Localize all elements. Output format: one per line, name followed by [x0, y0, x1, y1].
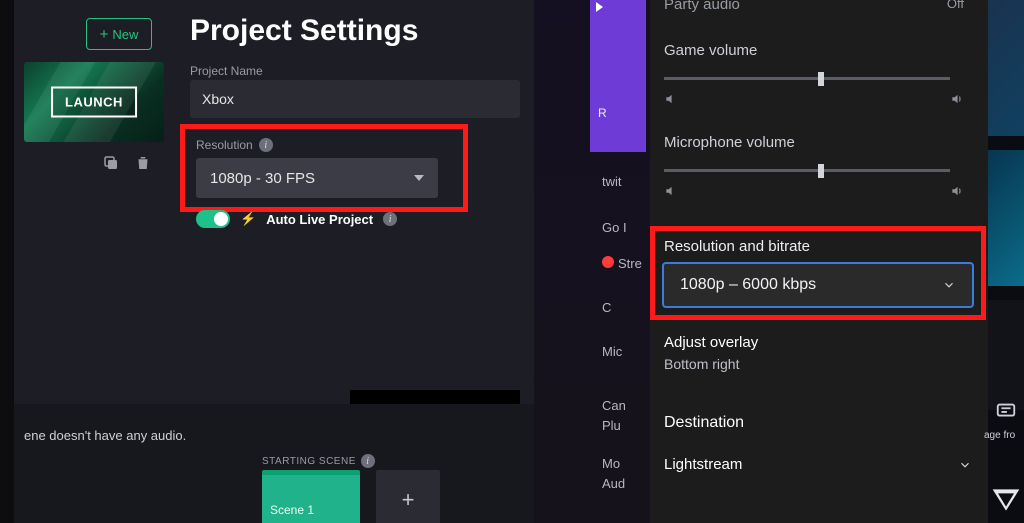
res-bitrate-label: Resolution and bitrate [664, 238, 810, 255]
center-item: Go I [602, 220, 627, 235]
new-project-button[interactable]: + New [86, 18, 152, 50]
lightstream-label: Lightstream [664, 456, 742, 473]
game-volume-slider[interactable] [664, 77, 950, 80]
center-cropped-panel: twit Go I Stre C Mic Can Plu Mo Aud [534, 0, 650, 523]
adjust-overlay-label[interactable]: Adjust overlay [664, 334, 758, 351]
mic-volume-label: Microphone volume [664, 134, 964, 151]
mic-volume-slider[interactable] [664, 169, 950, 172]
chevron-down-icon [942, 278, 956, 292]
party-audio-label: Party audio [664, 0, 740, 13]
game-tile[interactable] [988, 150, 1024, 286]
center-item: Mic [602, 344, 622, 359]
center-item: C [602, 300, 611, 315]
cropped-text: age fro [984, 430, 1015, 441]
auto-live-label: Auto Live Project [266, 212, 373, 227]
resolution-select[interactable]: 1080p - 30 FPS [196, 158, 438, 198]
center-item: Aud [602, 476, 625, 491]
volume-low-icon [664, 92, 678, 111]
mic-volume-block: Microphone volume [664, 134, 964, 203]
broadcast-settings-panel: Party audio Off Game volume Microphone v… [650, 0, 988, 523]
right-edge-strip: age fro [988, 0, 1024, 523]
resolution-label-text: Resolution [196, 138, 253, 152]
center-item: Stre [618, 256, 642, 271]
info-icon[interactable]: i [361, 454, 375, 468]
live-dot-icon [602, 256, 614, 268]
chat-icon[interactable] [992, 400, 1020, 422]
plus-icon: + [100, 27, 109, 42]
destination-label[interactable]: Destination [664, 414, 744, 432]
volume-high-icon [950, 92, 964, 111]
res-bitrate-value: 1080p – 6000 kbps [680, 276, 816, 294]
slider-thumb[interactable] [818, 72, 824, 86]
info-icon[interactable]: i [383, 212, 397, 226]
purple-sidebar [590, 0, 646, 152]
auto-live-toggle[interactable] [196, 210, 230, 228]
project-settings-panel: + New LAUNCH Project Settings Project Na… [14, 0, 534, 523]
add-scene-button[interactable]: + [376, 470, 440, 523]
launch-button[interactable]: LAUNCH [51, 87, 137, 118]
game-tile[interactable] [988, 0, 1024, 136]
volume-low-icon [664, 184, 678, 203]
info-icon[interactable]: i [259, 138, 273, 152]
scene-card[interactable]: Scene 1 [262, 470, 360, 523]
center-item: Mo [602, 456, 620, 471]
project-name-input[interactable] [190, 80, 520, 118]
chevron-down-icon [414, 175, 424, 181]
game-tile[interactable] [988, 300, 1024, 410]
game-volume-label: Game volume [664, 42, 964, 59]
res-bitrate-select[interactable]: 1080p – 6000 kbps [662, 262, 974, 308]
trash-icon[interactable] [134, 154, 152, 172]
duplicate-icon[interactable] [102, 154, 120, 172]
volume-high-icon [950, 184, 964, 203]
party-audio-value: Off [947, 0, 964, 11]
project-name-label: Project Name [190, 64, 263, 78]
game-volume-block: Game volume [664, 42, 964, 111]
resolution-value: 1080p - 30 FPS [210, 170, 315, 187]
bolt-icon: ⚡ [240, 211, 256, 227]
slider-thumb[interactable] [818, 164, 824, 178]
lightstream-row[interactable]: Lightstream [664, 456, 972, 473]
watermark-logo-icon [990, 484, 1022, 516]
scenes-area: STARTING SCENE i Scene 1 + [260, 404, 540, 523]
adjust-overlay-value: Bottom right [664, 356, 739, 372]
page-title: Project Settings [190, 14, 418, 48]
center-item: twit [602, 174, 622, 189]
project-thumbnail[interactable]: LAUNCH [24, 62, 164, 142]
no-audio-message: ene doesn't have any audio. [24, 428, 186, 443]
center-item: Plu [602, 418, 621, 433]
starting-scene-label: STARTING SCENE i [262, 454, 375, 468]
chevron-down-icon [958, 458, 972, 472]
center-item: Can [602, 398, 626, 413]
new-label: New [112, 27, 138, 42]
starting-scene-text: STARTING SCENE [262, 456, 356, 467]
resolution-label: Resolution i [196, 138, 273, 152]
